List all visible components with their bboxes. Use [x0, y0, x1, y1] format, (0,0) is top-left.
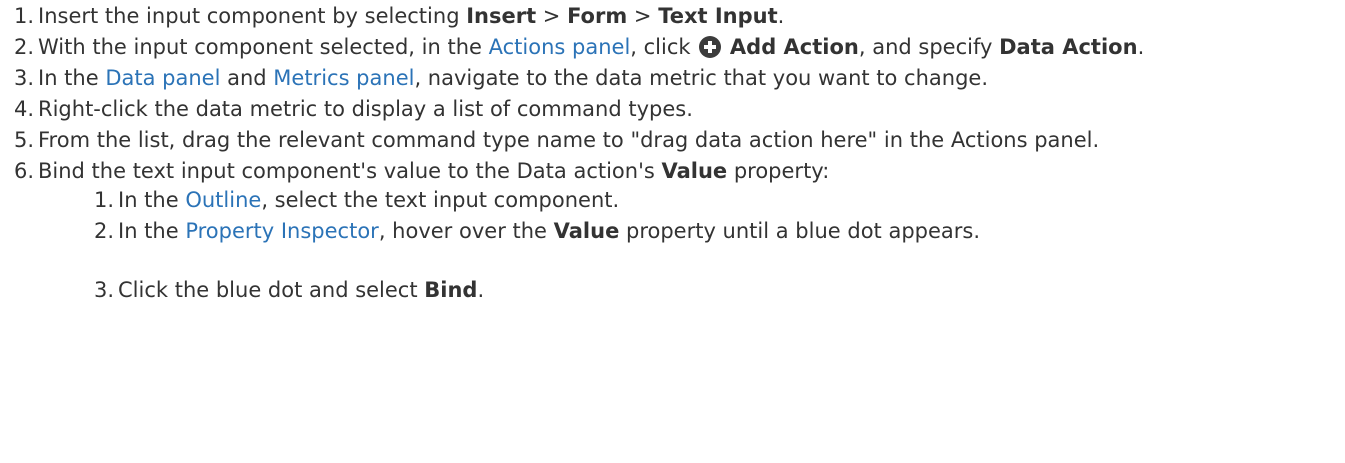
step-end: .	[1137, 35, 1145, 59]
substep-end: .	[477, 278, 485, 302]
step-text: Insert the input component by selecting	[38, 4, 467, 28]
substeps-list: 1. In the Outline, select the text input…	[38, 186, 1345, 305]
step-text: , click	[630, 35, 698, 59]
step-6: 6. Bind the text input component's value…	[0, 157, 1345, 305]
step-number: 2.	[13, 35, 34, 59]
step-text: Bind the text input component's value to…	[38, 159, 662, 183]
plus-circle-icon	[699, 36, 722, 58]
step-4: 4. Right-click the data metric to displa…	[0, 95, 1345, 124]
step-number: 6.	[13, 159, 34, 183]
add-action-label: Add Action	[729, 35, 859, 59]
step-2: 2. With the input component selected, in…	[0, 33, 1345, 62]
value-label: Value	[661, 159, 728, 183]
step-number: 3.	[13, 66, 34, 90]
steps-list: 1. Insert the input component by selecti…	[0, 2, 1345, 305]
step-text: and	[220, 66, 274, 90]
step-number: 1.	[13, 4, 34, 28]
substep-2: 2. In the Property Inspector, hover over…	[38, 217, 1345, 246]
substep-number: 1.	[93, 188, 114, 212]
substep-text: Click the blue dot and select	[118, 278, 425, 302]
step-5: 5. From the list, drag the relevant comm…	[0, 126, 1345, 155]
substep-1: 1. In the Outline, select the text input…	[38, 186, 1345, 215]
actions-panel-link[interactable]: Actions panel	[489, 35, 631, 59]
step-text: With the input component selected, in th…	[38, 35, 489, 59]
substep-number: 3.	[93, 278, 114, 302]
substep-text: , hover over the	[378, 219, 554, 243]
bind-label: Bind	[424, 278, 478, 302]
menu-insert: Insert	[466, 4, 537, 28]
step-text: property:	[727, 159, 830, 183]
substep-text: , select the text input component.	[261, 188, 620, 212]
menu-form: Form	[567, 4, 628, 28]
value-label: Value	[553, 219, 620, 243]
step-text: , and specify	[858, 35, 1000, 59]
step-end: .	[777, 4, 785, 28]
substep-text: In the	[118, 219, 186, 243]
step-text: , navigate to the data metric that you w…	[414, 66, 989, 90]
substep-number: 2.	[93, 219, 114, 243]
substep-3: 3. Click the blue dot and select Bind.	[38, 276, 1345, 305]
step-text: Right-click the data metric to display a…	[38, 97, 693, 121]
substep-text: property until a blue dot appears.	[619, 219, 981, 243]
property-inspector-link[interactable]: Property Inspector	[185, 219, 379, 243]
separator: >	[536, 4, 568, 28]
instructions-document: 1. Insert the input component by selecti…	[0, 0, 1345, 305]
data-action-label: Data Action	[999, 35, 1138, 59]
separator: >	[627, 4, 659, 28]
step-number: 4.	[13, 97, 34, 121]
substep-text: In the	[118, 188, 186, 212]
step-text: From the list, drag the relevant command…	[38, 128, 1100, 152]
metrics-panel-link[interactable]: Metrics panel	[273, 66, 414, 90]
step-1: 1. Insert the input component by selecti…	[0, 2, 1345, 31]
step-3: 3. In the Data panel and Metrics panel, …	[0, 64, 1345, 93]
step-number: 5.	[13, 128, 34, 152]
menu-text-input: Text Input	[658, 4, 778, 28]
outline-link[interactable]: Outline	[185, 188, 261, 212]
data-panel-link[interactable]: Data panel	[105, 66, 220, 90]
step-text: In the	[38, 66, 106, 90]
